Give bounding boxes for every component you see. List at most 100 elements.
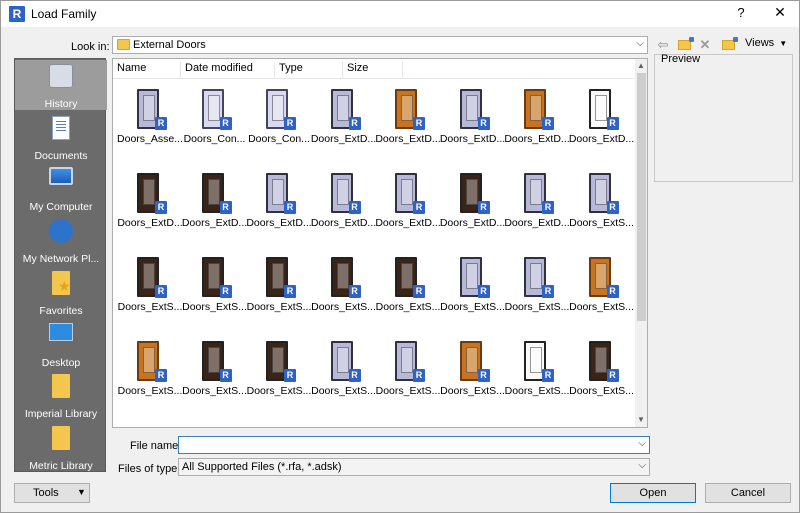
place-label: Desktop <box>41 356 81 369</box>
open-button[interactable]: Open <box>610 483 696 503</box>
file-item[interactable]: R Doors_ExtS... <box>246 335 312 417</box>
file-item[interactable]: R Doors_ExtD... <box>117 167 183 249</box>
place-label: Documents <box>34 149 88 162</box>
file-item[interactable]: R Doors_Asse... <box>117 83 183 165</box>
file-item[interactable]: R Doors_ExtS... <box>182 335 248 417</box>
tools-button[interactable]: Tools ▼ <box>14 483 90 503</box>
up-folder-icon[interactable] <box>675 36 694 53</box>
scroll-thumb[interactable] <box>637 73 646 321</box>
place-network-places[interactable]: My Network Pl... <box>15 215 107 265</box>
documents-icon <box>52 115 70 140</box>
place-folder[interactable]: Imperial Library <box>15 370 107 420</box>
files-of-type-dropdown[interactable]: All Supported Files (*.rfa, *.adsk) ⌵ <box>178 458 650 476</box>
column-header[interactable]: Date modified <box>181 62 275 78</box>
tools-label: Tools <box>33 487 59 499</box>
file-item[interactable]: R Doors_Con... <box>246 83 312 165</box>
column-header[interactable]: Name <box>113 62 181 78</box>
file-item[interactable]: R Doors_ExtD... <box>375 83 441 165</box>
place-folder[interactable]: Metric Library <box>15 422 107 472</box>
folder-icon <box>117 39 130 50</box>
revit-badge-icon: R <box>413 285 425 298</box>
revit-badge-icon: R <box>284 201 296 214</box>
place-documents[interactable]: Documents <box>15 112 107 162</box>
revit-badge-icon: R <box>155 285 167 298</box>
file-item[interactable]: R Doors_ExtS... <box>246 251 312 333</box>
file-name: Doors_ExtS... <box>117 301 183 313</box>
file-item[interactable]: R Doors_ExtS... <box>311 335 377 417</box>
file-name: Doors_ExtS... <box>375 301 441 313</box>
revit-badge-icon: R <box>413 201 425 214</box>
column-header[interactable]: Size <box>343 62 403 78</box>
file-name: Doors_ExtS... <box>504 301 570 313</box>
column-header[interactable]: Type <box>275 62 343 78</box>
cancel-button[interactable]: Cancel <box>705 483 791 503</box>
file-item[interactable]: R Doors_ExtS... <box>117 251 183 333</box>
file-item[interactable]: R Doors_ExtS... <box>440 251 506 333</box>
load-family-dialog: R Load Family ? ✕ Look in: External Door… <box>0 0 800 513</box>
file-item[interactable]: R Doors_ExtD... <box>504 167 570 249</box>
look-in-dropdown[interactable]: External Doors ⌵ <box>112 36 648 54</box>
file-item[interactable]: R Doors_ExtS... <box>375 251 441 333</box>
folder-icon <box>52 374 70 399</box>
file-item[interactable]: R Doors_ExtD... <box>504 83 570 165</box>
file-name-input[interactable]: ⌵ <box>178 436 650 454</box>
place-favorites[interactable]: Favorites <box>15 267 107 317</box>
revit-badge-icon: R <box>284 117 296 130</box>
files-of-type-label: Files of type: <box>118 463 181 475</box>
help-button[interactable]: ? <box>731 5 751 23</box>
file-name: Doors_ExtD... <box>439 217 506 229</box>
file-item[interactable]: R Doors_ExtS... <box>117 335 183 417</box>
file-item[interactable]: R Doors_ExtD... <box>440 83 506 165</box>
file-name: Doors_ExtD... <box>568 133 635 145</box>
place-desktop[interactable]: Desktop <box>15 319 107 369</box>
file-item[interactable]: R Doors_ExtS... <box>569 251 635 333</box>
file-item[interactable]: R Doors_ExtS... <box>504 251 570 333</box>
scroll-down-icon[interactable]: ▼ <box>637 415 645 424</box>
title-bar: R Load Family ? ✕ <box>1 1 799 27</box>
file-item[interactable]: R Doors_ExtD... <box>182 167 248 249</box>
file-item[interactable]: R Doors_ExtS... <box>311 251 377 333</box>
file-name: Doors_ExtS... <box>311 385 376 397</box>
file-item[interactable]: R Doors_ExtS... <box>440 335 506 417</box>
chevron-down-icon: ⌵ <box>636 38 644 49</box>
file-item[interactable]: R Doors_ExtS... <box>569 335 635 417</box>
close-button[interactable]: ✕ <box>767 4 793 24</box>
place-my-computer[interactable]: My Computer <box>15 163 107 213</box>
file-name: Doors_ExtD... <box>375 217 441 229</box>
file-list[interactable]: Name Date modified Type Size R Doors_Asse...… <box>112 58 648 428</box>
desktop-icon <box>49 322 73 341</box>
delete-icon[interactable]: ✕ <box>697 36 713 53</box>
place-history[interactable]: History <box>15 60 107 110</box>
dialog-title: Load Family <box>31 7 97 21</box>
file-item[interactable]: R Doors_ExtS... <box>504 335 570 417</box>
preview-pane <box>654 54 793 182</box>
file-item[interactable]: R Doors_ExtD... <box>311 83 377 165</box>
file-item[interactable]: R Doors_Con... <box>182 83 248 165</box>
file-item[interactable]: R Doors_ExtS... <box>182 251 248 333</box>
revit-badge-icon: R <box>477 369 490 382</box>
chevron-down-icon[interactable]: ⌵ <box>638 438 646 449</box>
revit-badge-icon: R <box>284 285 296 298</box>
file-name: Doors_ExtD... <box>117 217 183 229</box>
file-item[interactable]: R Doors_ExtD... <box>375 167 441 249</box>
back-icon[interactable]: ⇦ <box>655 36 671 53</box>
revit-badge-icon: R <box>219 117 232 130</box>
file-item[interactable]: R Doors_ExtD... <box>246 167 312 249</box>
file-item[interactable]: R Doors_ExtD... <box>569 83 635 165</box>
revit-badge-icon: R <box>219 201 232 214</box>
revit-badge-icon: R <box>348 285 361 298</box>
file-item[interactable]: R Doors_ExtD... <box>311 167 377 249</box>
new-folder-icon[interactable] <box>719 36 738 53</box>
revit-badge-icon: R <box>606 201 619 214</box>
views-button[interactable]: Views ▼ <box>745 37 787 49</box>
file-item[interactable]: R Doors_ExtS... <box>569 167 635 249</box>
preview-label: Preview <box>661 53 701 65</box>
file-name: Doors_Asse... <box>117 133 183 145</box>
file-item[interactable]: R Doors_ExtD... <box>440 167 506 249</box>
vertical-scrollbar[interactable]: ▲ ▼ <box>635 59 647 427</box>
file-name: Doors_ExtD... <box>246 217 312 229</box>
file-name: Doors_ExtS... <box>440 301 505 313</box>
place-label: Favorites <box>39 304 83 317</box>
file-item[interactable]: R Doors_ExtS... <box>375 335 441 417</box>
scroll-up-icon[interactable]: ▲ <box>637 61 645 70</box>
